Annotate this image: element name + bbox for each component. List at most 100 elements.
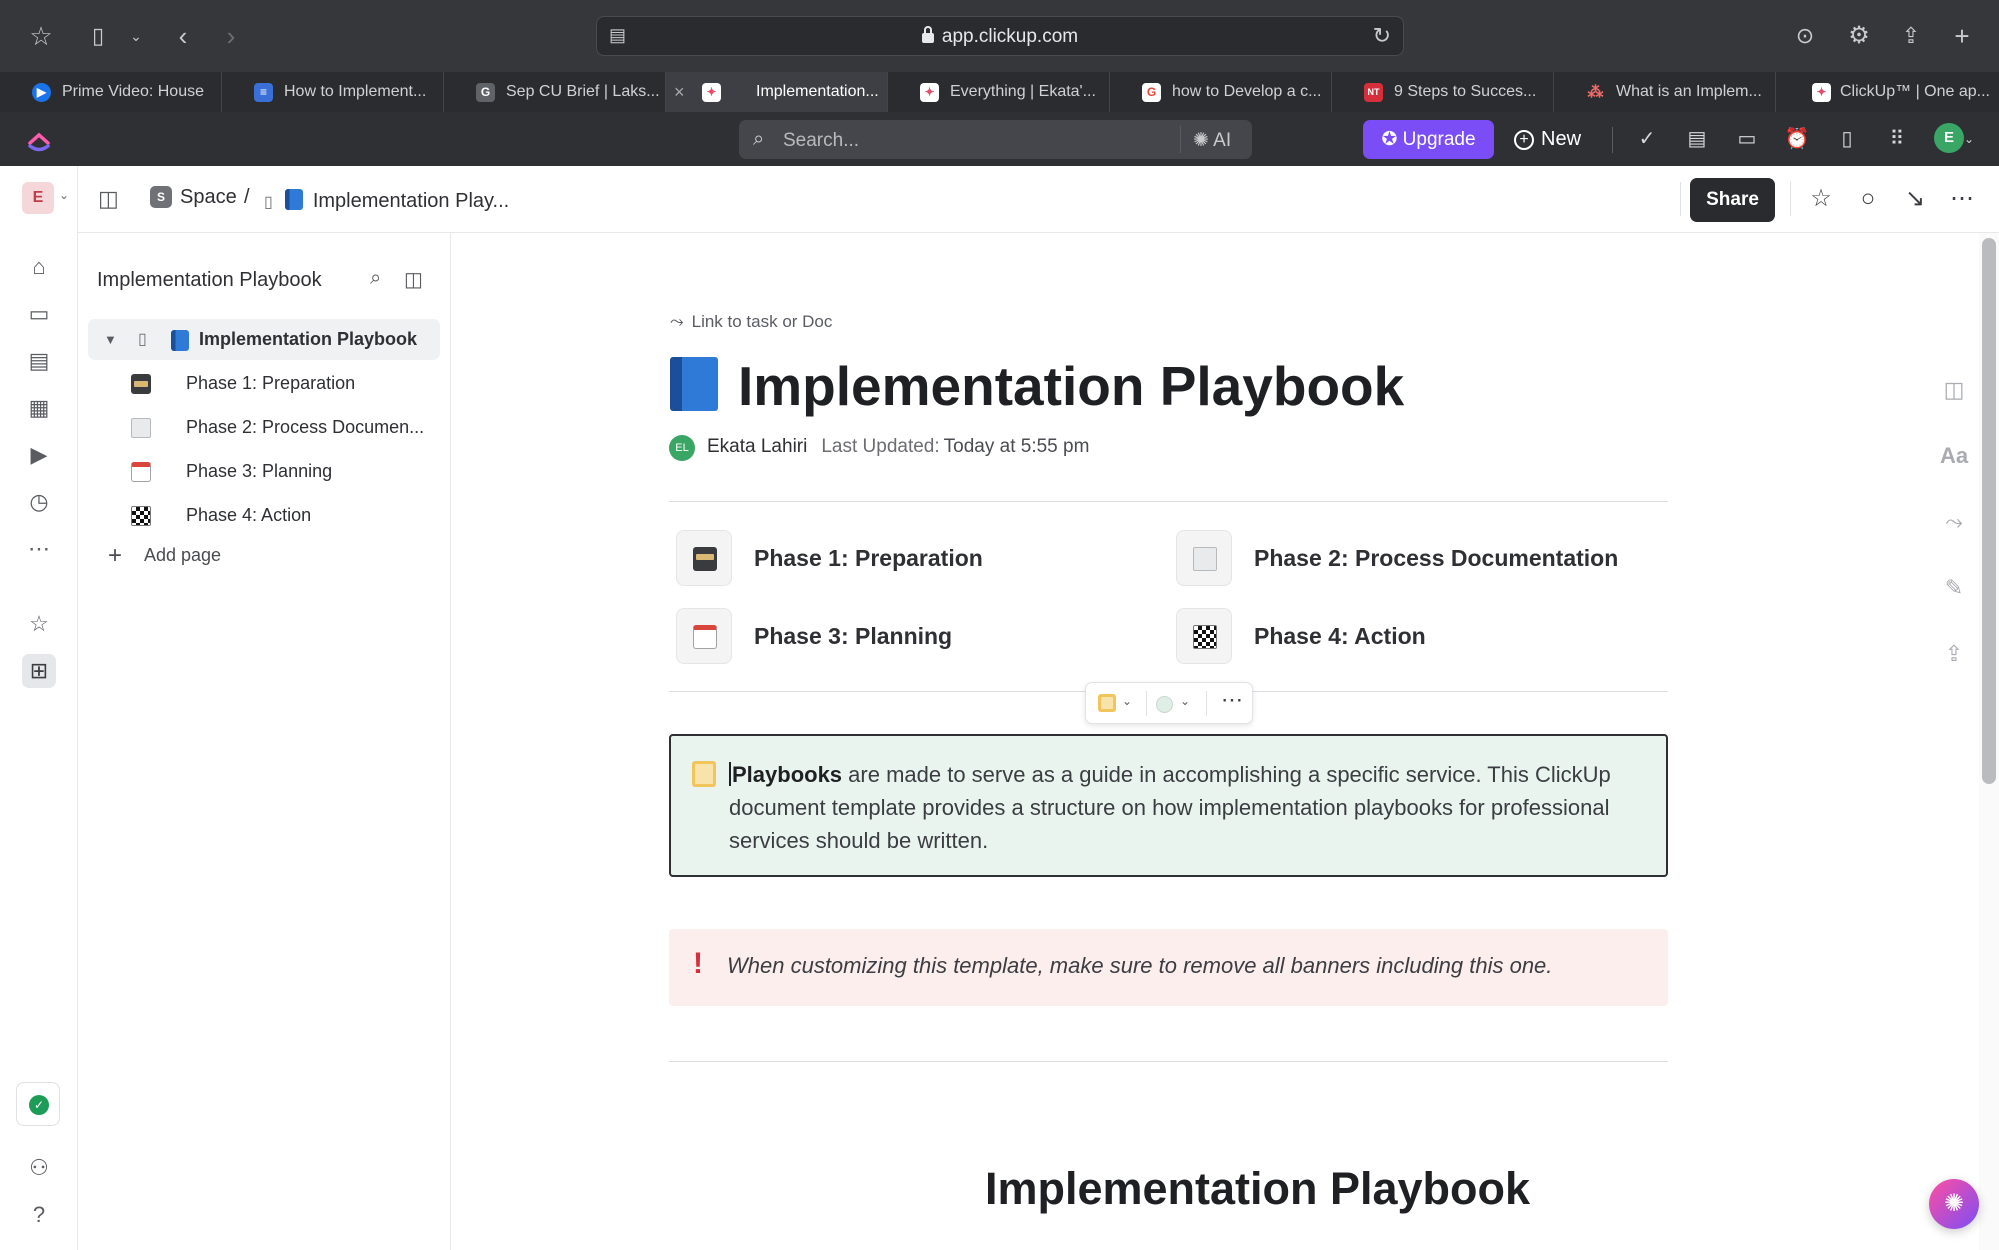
plus-icon: + (108, 542, 123, 569)
assistant-icon: ✺ (1943, 1190, 1965, 1217)
browser-tab-active[interactable]: × ✦ Implementation... (666, 72, 888, 112)
more-options-icon[interactable]: ⋯ (1947, 184, 1977, 214)
check-circle-icon[interactable]: ✓ (1634, 126, 1660, 152)
tab-title: How to Implement... (284, 83, 427, 100)
timesheets-icon[interactable]: ◷ (22, 485, 56, 519)
caret-down-icon[interactable]: ▼ (104, 319, 117, 360)
browser-tab[interactable]: ✦ Everything | Ekata'... (888, 72, 1110, 112)
add-page-button[interactable]: + Add page (108, 540, 221, 569)
browser-tab[interactable]: ≡ How to Implement... (222, 72, 444, 112)
plus-circle-icon: + (1514, 130, 1534, 150)
download-icon[interactable]: ⊙ (1787, 18, 1823, 54)
collapse-icon[interactable]: ↘ (1900, 184, 1930, 214)
video-icon[interactable]: ▭ (1734, 126, 1760, 152)
more-options-icon[interactable]: ⋯ (1221, 687, 1244, 713)
banner-block[interactable]: ! When customizing this template, make s… (669, 929, 1668, 1006)
sidebar-item-phase-2[interactable]: Phase 2: Process Documen... (88, 407, 440, 448)
comment-icon[interactable]: ○ (1853, 184, 1883, 214)
home-icon[interactable]: ⌂ (22, 250, 56, 284)
sidebar-toggle-icon[interactable]: ▯ (80, 18, 116, 54)
ai-button[interactable]: ✺ AI (1193, 129, 1231, 152)
more-icon[interactable]: ⋯ (22, 532, 56, 566)
reload-icon[interactable]: ↻ (1373, 23, 1391, 49)
new-tab-icon[interactable]: + (1944, 18, 1980, 54)
search-icon[interactable]: ⌕ (370, 267, 381, 290)
subpage-tile (676, 608, 732, 664)
callout-text[interactable]: Playbooks are made to serve as a guide i… (729, 758, 1644, 857)
back-arrow-icon[interactable]: ‹ (165, 18, 201, 54)
color-picker-icon[interactable] (1156, 696, 1173, 713)
browser-tab[interactable]: NT 9 Steps to Succes... (1332, 72, 1554, 112)
sidebar-item-phase-4[interactable]: Phase 4: Action (88, 495, 440, 536)
section-heading[interactable]: Implementation Playbook (452, 1163, 1979, 1215)
user-avatar[interactable]: E (1934, 123, 1964, 153)
breadcrumb-space[interactable]: S Space (150, 186, 237, 210)
inbox-icon[interactable]: ▭ (22, 297, 56, 331)
browser-tab[interactable]: ⁂ What is an Implem... (1554, 72, 1776, 112)
export-icon[interactable]: ⇪ (1939, 639, 1969, 669)
page-title[interactable]: Implementation Playbook (670, 351, 1404, 418)
banner-text: When customizing this template, make sur… (727, 953, 1553, 978)
sidebar-item-root[interactable]: ▼ ▯ Implementation Playbook (88, 319, 440, 360)
bookmark-star-icon[interactable]: ☆ (23, 18, 59, 54)
sidebar-toggle-icon[interactable]: ◫ (98, 186, 119, 212)
chevron-down-icon[interactable]: ⌄ (59, 188, 69, 202)
link-to-task-button[interactable]: ⤳ Link to task or Doc (670, 312, 832, 332)
sidebar-item-phase-3[interactable]: Phase 3: Planning (88, 451, 440, 492)
checkered-flag-icon (1193, 625, 1217, 649)
gear-icon[interactable]: ⚙ (1841, 18, 1877, 54)
breadcrumb-doc[interactable]: ▯ Implementation Play... (264, 186, 509, 213)
upgrade-button[interactable]: ✪ Upgrade (1363, 120, 1494, 159)
share-icon[interactable]: ⇪ (1893, 18, 1929, 54)
favorites-star-icon[interactable]: ☆ (22, 607, 56, 641)
status-button[interactable]: ✓ (16, 1082, 60, 1126)
subpage-card-phase-4[interactable]: Phase 4: Action (1176, 608, 1656, 664)
prime-video-icon: ▶ (32, 83, 51, 102)
search-input[interactable]: ⌕ Search... ✺ AI (739, 120, 1252, 159)
clips-icon[interactable]: ▶ (22, 438, 56, 472)
callout-block[interactable]: Playbooks are made to serve as a guide i… (669, 734, 1668, 877)
chevron-down-icon[interactable]: ⌄ (118, 18, 154, 54)
chevron-down-icon[interactable]: ⌄ (1180, 694, 1190, 708)
panel-icon[interactable]: ◫ (1939, 375, 1969, 405)
apps-grid-icon[interactable]: ⠿ (1884, 126, 1910, 152)
notepad-icon[interactable]: ▤ (1684, 126, 1710, 152)
browser-tab[interactable]: ▶ Prime Video: House (0, 72, 222, 112)
star-icon[interactable]: ☆ (1806, 184, 1836, 214)
browser-tab[interactable]: ✦ ClickUp™ | One ap... (1776, 72, 1999, 112)
scrollbar-thumb[interactable] (1982, 238, 1996, 784)
share-button[interactable]: Share (1690, 178, 1775, 222)
sidebar-item-phase-1[interactable]: Phase 1: Preparation (88, 363, 440, 404)
chevron-down-icon[interactable]: ⌄ (1122, 694, 1132, 708)
panel-layout-icon[interactable]: ◫ (404, 267, 423, 292)
author-avatar[interactable]: EL (669, 435, 695, 461)
browser-tab[interactable]: G how to Develop a c... (1110, 72, 1332, 112)
new-button[interactable]: + New (1514, 120, 1624, 159)
dashboards-icon[interactable]: ▦ (22, 391, 56, 425)
docs-icon[interactable]: ▤ (22, 344, 56, 378)
document-icon[interactable]: ▯ (1834, 126, 1860, 152)
chevron-down-icon[interactable]: ⌄ (1962, 126, 1976, 152)
divider (1680, 182, 1681, 216)
browser-tab[interactable]: G Sep CU Brief | Laks... (444, 72, 666, 112)
invite-user-icon[interactable]: ⚇ (22, 1151, 56, 1185)
alarm-clock-icon[interactable]: ⏰ (1784, 126, 1810, 152)
subpage-card-phase-3[interactable]: Phase 3: Planning (676, 608, 1156, 664)
notepad-emoji-icon[interactable] (1098, 694, 1116, 712)
close-tab-icon[interactable]: × (674, 72, 685, 112)
notepad-emoji-icon[interactable] (692, 761, 716, 787)
text-format-icon[interactable]: Aa (1939, 441, 1969, 471)
calendar-icon (131, 462, 151, 482)
sidebar-title: Implementation Playbook (97, 269, 322, 291)
assistant-fab[interactable]: ✺ (1929, 1179, 1979, 1229)
spaces-grid-icon[interactable]: ⊞ (22, 654, 56, 688)
subpage-card-phase-2[interactable]: Phase 2: Process Documentation (1176, 530, 1656, 586)
forward-arrow-icon[interactable]: › (213, 18, 249, 54)
address-bar[interactable]: ▤ app.clickup.com ↻ (596, 16, 1404, 56)
clickup-logo-icon[interactable] (26, 126, 52, 152)
link-icon[interactable]: ⤳ (1939, 507, 1969, 537)
subpage-card-phase-1[interactable]: Phase 1: Preparation (676, 530, 1156, 586)
help-icon[interactable]: ? (22, 1198, 56, 1232)
magic-wand-icon[interactable]: ✎ (1939, 573, 1969, 603)
workspace-avatar[interactable]: E (22, 182, 54, 214)
